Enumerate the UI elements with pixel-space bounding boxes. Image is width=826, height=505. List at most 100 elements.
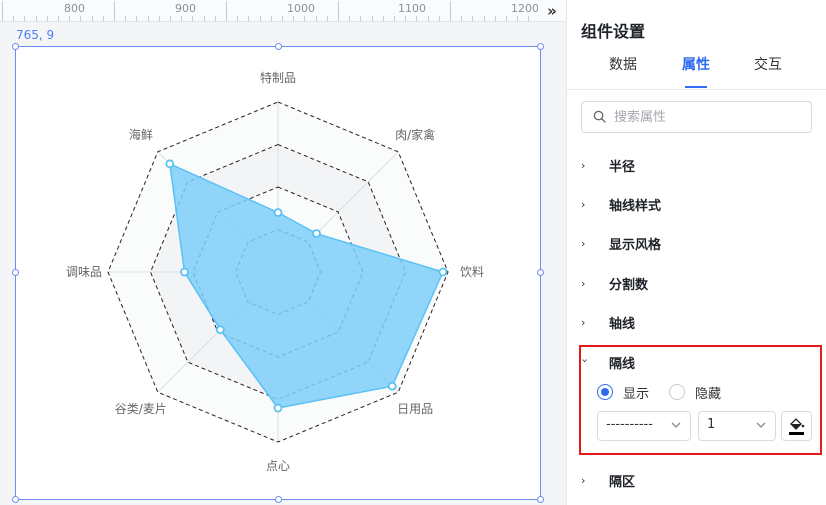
section-label: 轴线: [609, 316, 636, 332]
section-axis-style[interactable]: › 轴线样式: [581, 193, 661, 215]
ruler-tick: [102, 16, 104, 21]
ruler-tick: [170, 16, 171, 21]
radio-hide[interactable]: [669, 384, 686, 400]
line-width-value: 1: [707, 417, 716, 432]
component-settings-panel: 组件设置 数据 属性 交互 › 半径 › 轴线样式 › 显示风格 ›: [566, 0, 826, 505]
tab-interaction[interactable]: 交互: [754, 54, 782, 74]
panel-title: 组件设置: [581, 22, 646, 41]
line-style-select[interactable]: ----------: [597, 411, 691, 441]
property-search[interactable]: [581, 101, 812, 133]
category-label: 谷类/麦片: [115, 402, 167, 416]
radar-chart: 特制品肉/家禽饮料日用品点心 谷类/麦片 调味品 海鲜: [66, 70, 484, 473]
ruler-tick: [203, 16, 205, 21]
data-point: [312, 229, 321, 238]
ruler-tick: [360, 16, 362, 21]
ruler-label: 1000: [287, 2, 315, 15]
ruler-tick: [35, 16, 37, 21]
paint-bucket-icon: [789, 418, 805, 435]
ruler-tick: [91, 16, 93, 21]
ruler-tick: [338, 1, 339, 21]
ruler-tick: [304, 16, 306, 21]
section-axis-line[interactable]: › 轴线: [581, 311, 635, 333]
section-display-style[interactable]: › 显示风格: [581, 232, 661, 254]
section-radius[interactable]: › 半径: [581, 154, 635, 176]
search-input[interactable]: [614, 107, 804, 127]
radio-show-label[interactable]: 显示: [623, 383, 649, 402]
line-color-picker[interactable]: [781, 411, 812, 441]
section-split-number[interactable]: › 分割数: [581, 272, 648, 294]
chevron-right-icon: ›: [581, 236, 586, 250]
color-swatch: [789, 432, 804, 435]
category-label: 调味品: [66, 265, 102, 279]
chevron-down-icon: [671, 422, 681, 428]
ruler-tick: [517, 16, 519, 21]
ruler-tick: [382, 16, 384, 21]
category-label: 特制品: [260, 70, 296, 85]
category-label: 点心: [266, 459, 290, 473]
ruler-tick: [69, 16, 71, 21]
data-point: [215, 325, 225, 335]
chevron-right-icon: ›: [581, 473, 586, 487]
chevron-right-icon: ›: [581, 197, 586, 211]
section-label: 轴线样式: [609, 198, 662, 214]
data-point: [273, 208, 283, 217]
tab-properties[interactable]: 属性: [682, 54, 710, 74]
ruler-tick: [58, 16, 59, 21]
line-width-select[interactable]: 1: [698, 411, 776, 441]
ruler-tick: [181, 16, 183, 21]
category-label: 饮料: [460, 265, 484, 279]
chevron-right-icon: ›: [581, 315, 586, 329]
ruler-tick: [405, 16, 407, 21]
ruler-tick: [158, 16, 160, 21]
ruler-tick: [438, 16, 440, 21]
ruler-tick: [24, 16, 26, 21]
ruler-tick: [214, 16, 216, 21]
horizontal-ruler: 800 900 1000 1100 1200: [0, 0, 539, 22]
ruler-tick: [494, 16, 496, 21]
section-label: 显示风格: [609, 237, 662, 253]
ruler-label: 1100: [398, 2, 426, 15]
ruler-tick: [326, 16, 328, 21]
section-label: 半径: [609, 159, 636, 175]
radio-show[interactable]: [597, 384, 613, 400]
search-icon: [593, 110, 606, 123]
active-tab-indicator: [685, 86, 707, 88]
section-label: 隔区: [609, 474, 636, 490]
data-point: [273, 403, 283, 413]
ruler-tick: [528, 16, 530, 21]
chevron-down-icon: ›: [578, 358, 592, 363]
ruler-tick: [46, 16, 48, 21]
ruler-tick: [125, 16, 127, 21]
section-label: 分割数: [609, 277, 649, 293]
ruler-tick: [13, 16, 15, 21]
ruler-tick: [293, 16, 295, 21]
ruler-tick: [192, 16, 194, 21]
chevron-down-icon: [756, 422, 766, 428]
ruler-tick: [416, 16, 418, 21]
ruler-tick: [483, 16, 485, 21]
ruler-tick: [282, 16, 283, 21]
ruler-tick: [80, 16, 82, 21]
data-point: [180, 267, 189, 277]
ruler-tick: [2, 1, 3, 21]
radio-hide-label[interactable]: 隐藏: [695, 383, 721, 402]
section-split-area[interactable]: › 隔区: [581, 469, 635, 491]
chevrons-right-icon[interactable]: »: [538, 0, 566, 22]
ruler-tick: [461, 16, 463, 21]
ruler-tick: [226, 1, 227, 21]
ruler-tick: [315, 16, 317, 21]
ruler-tick: [349, 16, 351, 21]
ruler-tick: [427, 16, 429, 21]
data-point: [438, 267, 448, 277]
tab-data[interactable]: 数据: [609, 54, 637, 74]
section-split-line[interactable]: › 隔线: [578, 351, 636, 373]
ruler-tick: [248, 16, 250, 21]
category-label: 日用品: [397, 402, 433, 416]
ruler-tick: [506, 16, 507, 21]
split-line-visibility: 显示 隐藏: [597, 382, 741, 402]
data-point: [387, 381, 397, 391]
ruler-label: 900: [175, 2, 196, 15]
coordinate-readout: 765, 9: [16, 28, 55, 42]
ruler-tick: [270, 16, 272, 21]
design-canvas[interactable]: 800 900 1000 1100 1200 » 765, 9 特制品 肉/家禽饮…: [0, 0, 566, 505]
